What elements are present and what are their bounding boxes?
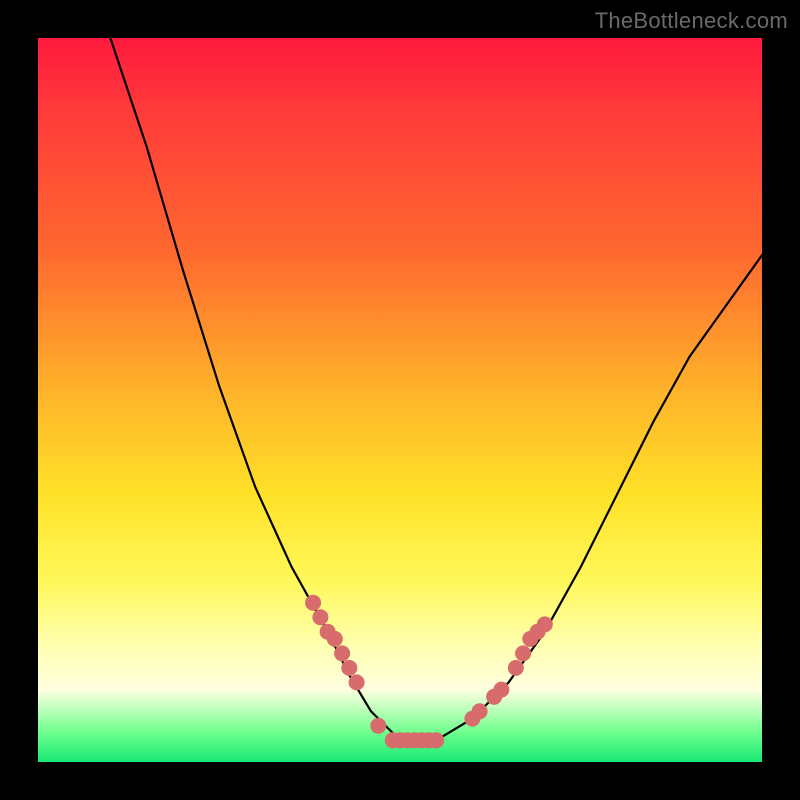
chart-svg xyxy=(38,38,762,762)
data-marker xyxy=(370,718,386,734)
data-marker xyxy=(472,703,488,719)
marker-group xyxy=(305,595,553,749)
data-marker xyxy=(515,645,531,661)
data-marker xyxy=(334,645,350,661)
watermark-text: TheBottleneck.com xyxy=(595,8,788,34)
data-marker xyxy=(305,595,321,611)
data-marker xyxy=(493,682,509,698)
data-marker xyxy=(428,732,444,748)
data-marker xyxy=(327,631,343,647)
data-marker xyxy=(312,609,328,625)
data-marker xyxy=(537,616,553,632)
plot-area xyxy=(38,38,762,762)
data-marker xyxy=(349,674,365,690)
data-marker xyxy=(341,660,357,676)
data-marker xyxy=(508,660,524,676)
bottleneck-curve xyxy=(110,38,762,740)
chart-frame: TheBottleneck.com xyxy=(0,0,800,800)
